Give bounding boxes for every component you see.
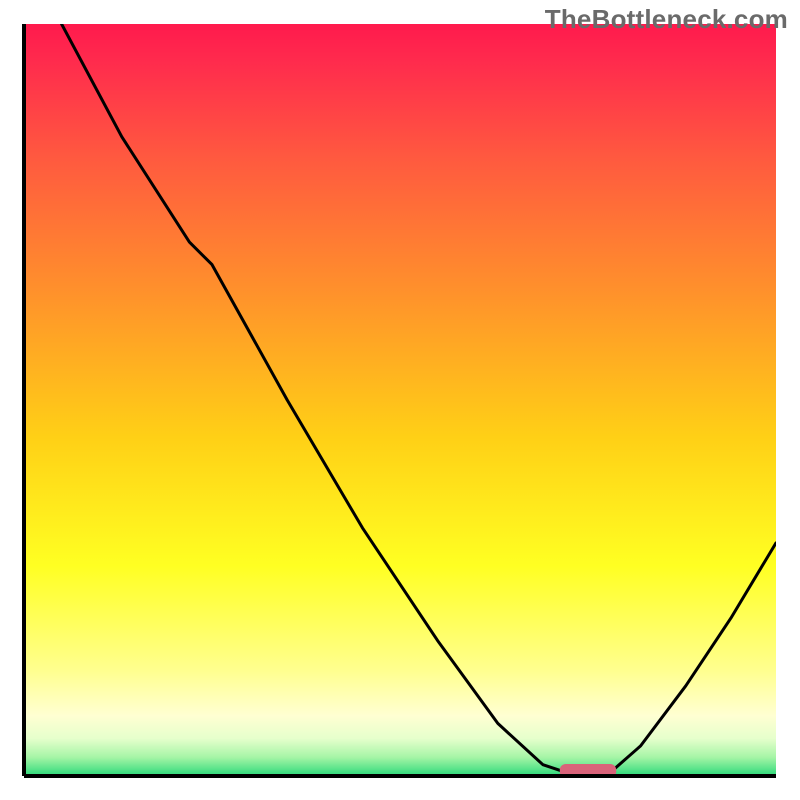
watermark-text: TheBottleneck.com <box>545 4 788 35</box>
bottleneck-chart <box>0 0 800 800</box>
chart-container: TheBottleneck.com <box>0 0 800 800</box>
plot-background <box>24 24 776 776</box>
